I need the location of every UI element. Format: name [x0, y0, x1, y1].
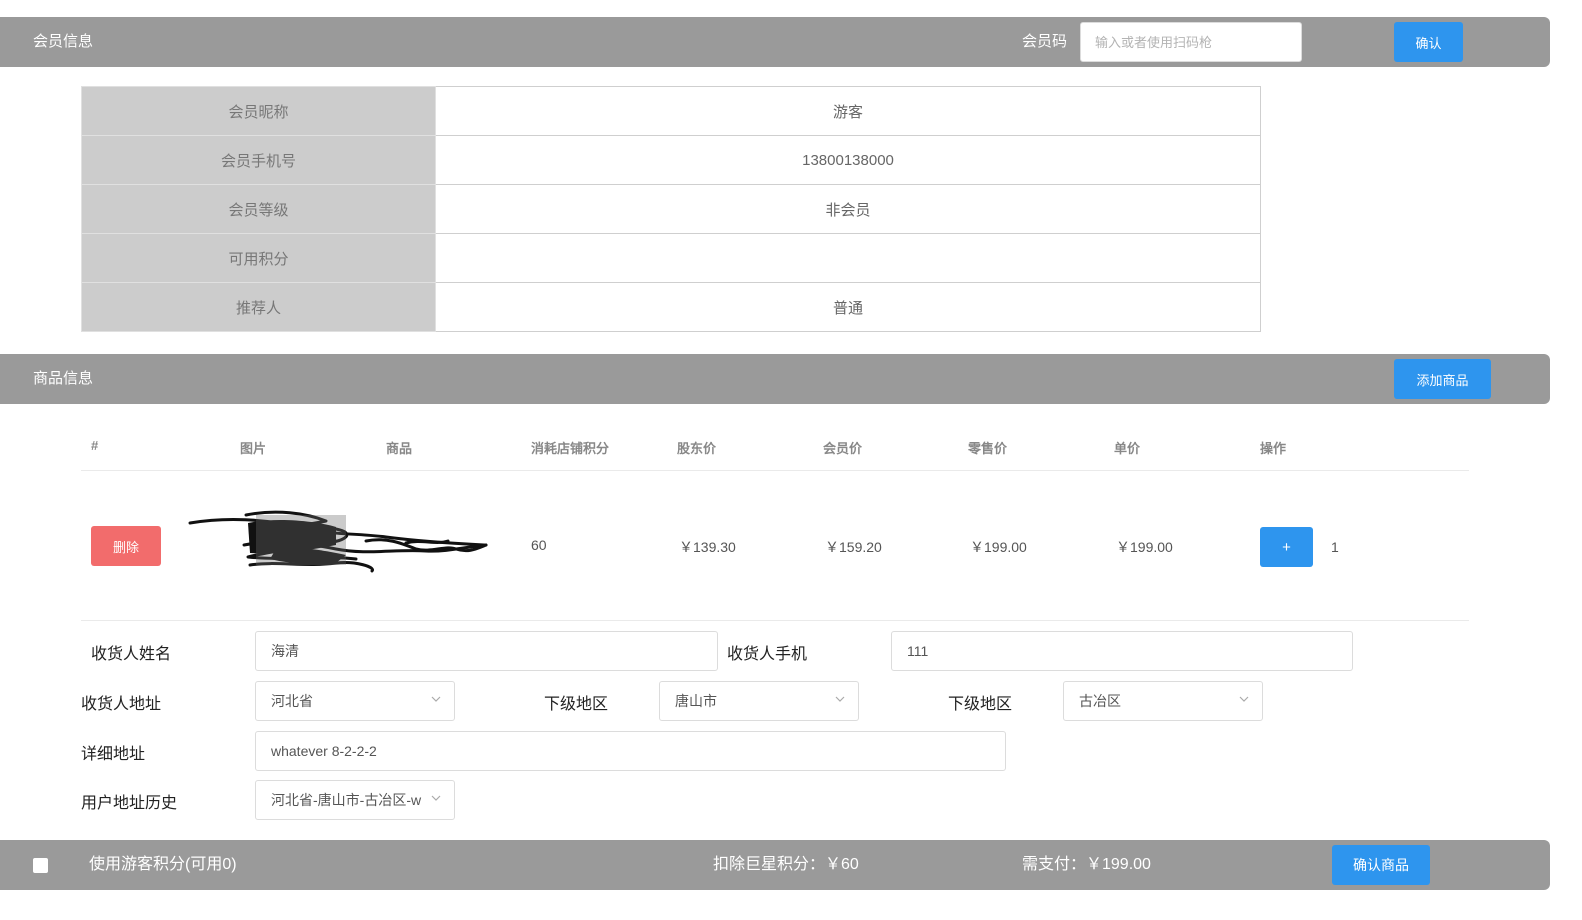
col-header-shareholder-price: 股东价 [677, 441, 717, 456]
member-referrer-value: 普通 [435, 282, 1261, 332]
city-select[interactable]: 唐山市 [659, 681, 859, 721]
member-row-level: 会员等级 非会员 [81, 184, 1261, 234]
col-header-product: 商品 [386, 441, 413, 456]
member-points-label: 可用积分 [81, 233, 436, 283]
chevron-down-icon [431, 795, 441, 801]
member-info-title: 会员信息 [33, 33, 94, 50]
delete-button[interactable]: 删除 [91, 526, 161, 566]
district-select-value: 古冶区 [1079, 693, 1121, 709]
address-history-select[interactable]: 河北省-唐山市-古冶区-w [255, 780, 455, 820]
col-header-image: 图片 [240, 441, 267, 456]
member-phone-value: 13800138000 [435, 135, 1261, 185]
col-header-member-price: 会员价 [823, 441, 863, 456]
quantity-value: 1 [1331, 539, 1339, 555]
member-phone-label: 会员手机号 [81, 135, 436, 185]
recipient-phone-label: 收货人手机 [727, 646, 808, 663]
checkout-bar: 使用游客积分(可用0) 扣除巨星积分：￥60 需支付：￥199.00 确认商品 [0, 840, 1550, 890]
quantity-plus-button[interactable]: + [1260, 527, 1313, 567]
province-select-value: 河北省 [271, 693, 313, 709]
address-history-label: 用户地址历史 [81, 795, 178, 812]
col-header-points: 消耗店铺积分 [531, 441, 610, 456]
recipient-phone-field[interactable]: 111 [891, 631, 1353, 671]
member-row-referrer: 推荐人 普通 [81, 282, 1261, 332]
sub-region-label-2: 下级地区 [948, 696, 1013, 713]
member-code-label: 会员码 [1022, 33, 1068, 50]
member-code-input[interactable] [1080, 22, 1302, 62]
member-info-bar: 会员信息 会员码 确认 [0, 17, 1550, 67]
row-retail-price: ￥199.00 [970, 539, 1027, 555]
goods-info-bar: 商品信息 添加商品 [0, 354, 1550, 404]
goods-info-title: 商品信息 [33, 370, 94, 387]
product-image-redacted [188, 510, 488, 573]
detail-address-field[interactable]: whatever 8-2-2-2 [255, 731, 1006, 771]
deduct-points-text: 扣除巨星积分：￥60 [713, 856, 859, 873]
detail-address-label: 详细地址 [81, 746, 146, 763]
confirm-goods-button[interactable]: 确认商品 [1332, 845, 1430, 885]
col-header-actions: 操作 [1260, 441, 1287, 456]
district-select[interactable]: 古冶区 [1063, 681, 1263, 721]
col-header-unit-price: 单价 [1114, 441, 1141, 456]
member-level-value: 非会员 [435, 184, 1261, 234]
chevron-down-icon [1239, 696, 1249, 702]
row-points: 60 [531, 537, 547, 553]
chevron-down-icon [431, 696, 441, 702]
member-nickname-label: 会员昵称 [81, 86, 436, 136]
col-header-retail-price: 零售价 [968, 441, 1008, 456]
address-history-value: 河北省-唐山市-古冶区-w [271, 792, 422, 808]
row-shareholder-price: ￥139.30 [679, 539, 736, 555]
member-nickname-value: 游客 [435, 86, 1261, 136]
add-goods-button[interactable]: 添加商品 [1394, 359, 1491, 399]
recipient-address-label: 收货人地址 [81, 696, 162, 713]
divider [81, 620, 1469, 621]
member-row-points: 可用积分 [81, 233, 1261, 283]
recipient-name-field[interactable]: 海清 [255, 631, 718, 671]
pay-amount-text: 需支付：￥199.00 [1022, 856, 1151, 873]
province-select[interactable]: 河北省 [255, 681, 455, 721]
city-select-value: 唐山市 [675, 693, 717, 709]
col-header-index: # [91, 438, 99, 453]
recipient-name-label: 收货人姓名 [91, 646, 172, 663]
member-info-table: 会员昵称 游客 会员手机号 13800138000 会员等级 非会员 可用积分 … [81, 86, 1261, 332]
member-points-value [435, 233, 1261, 283]
use-points-checkbox[interactable] [33, 858, 48, 873]
member-referrer-label: 推荐人 [81, 282, 436, 332]
row-member-price: ￥159.20 [825, 539, 882, 555]
member-row-phone: 会员手机号 13800138000 [81, 135, 1261, 185]
chevron-down-icon [835, 696, 845, 702]
divider [81, 470, 1469, 471]
row-unit-price: ￥199.00 [1116, 539, 1173, 555]
member-row-nickname: 会员昵称 游客 [81, 86, 1261, 136]
member-level-label: 会员等级 [81, 184, 436, 234]
sub-region-label: 下级地区 [544, 696, 609, 713]
member-confirm-button[interactable]: 确认 [1394, 22, 1463, 62]
use-points-label: 使用游客积分(可用0) [89, 856, 237, 873]
